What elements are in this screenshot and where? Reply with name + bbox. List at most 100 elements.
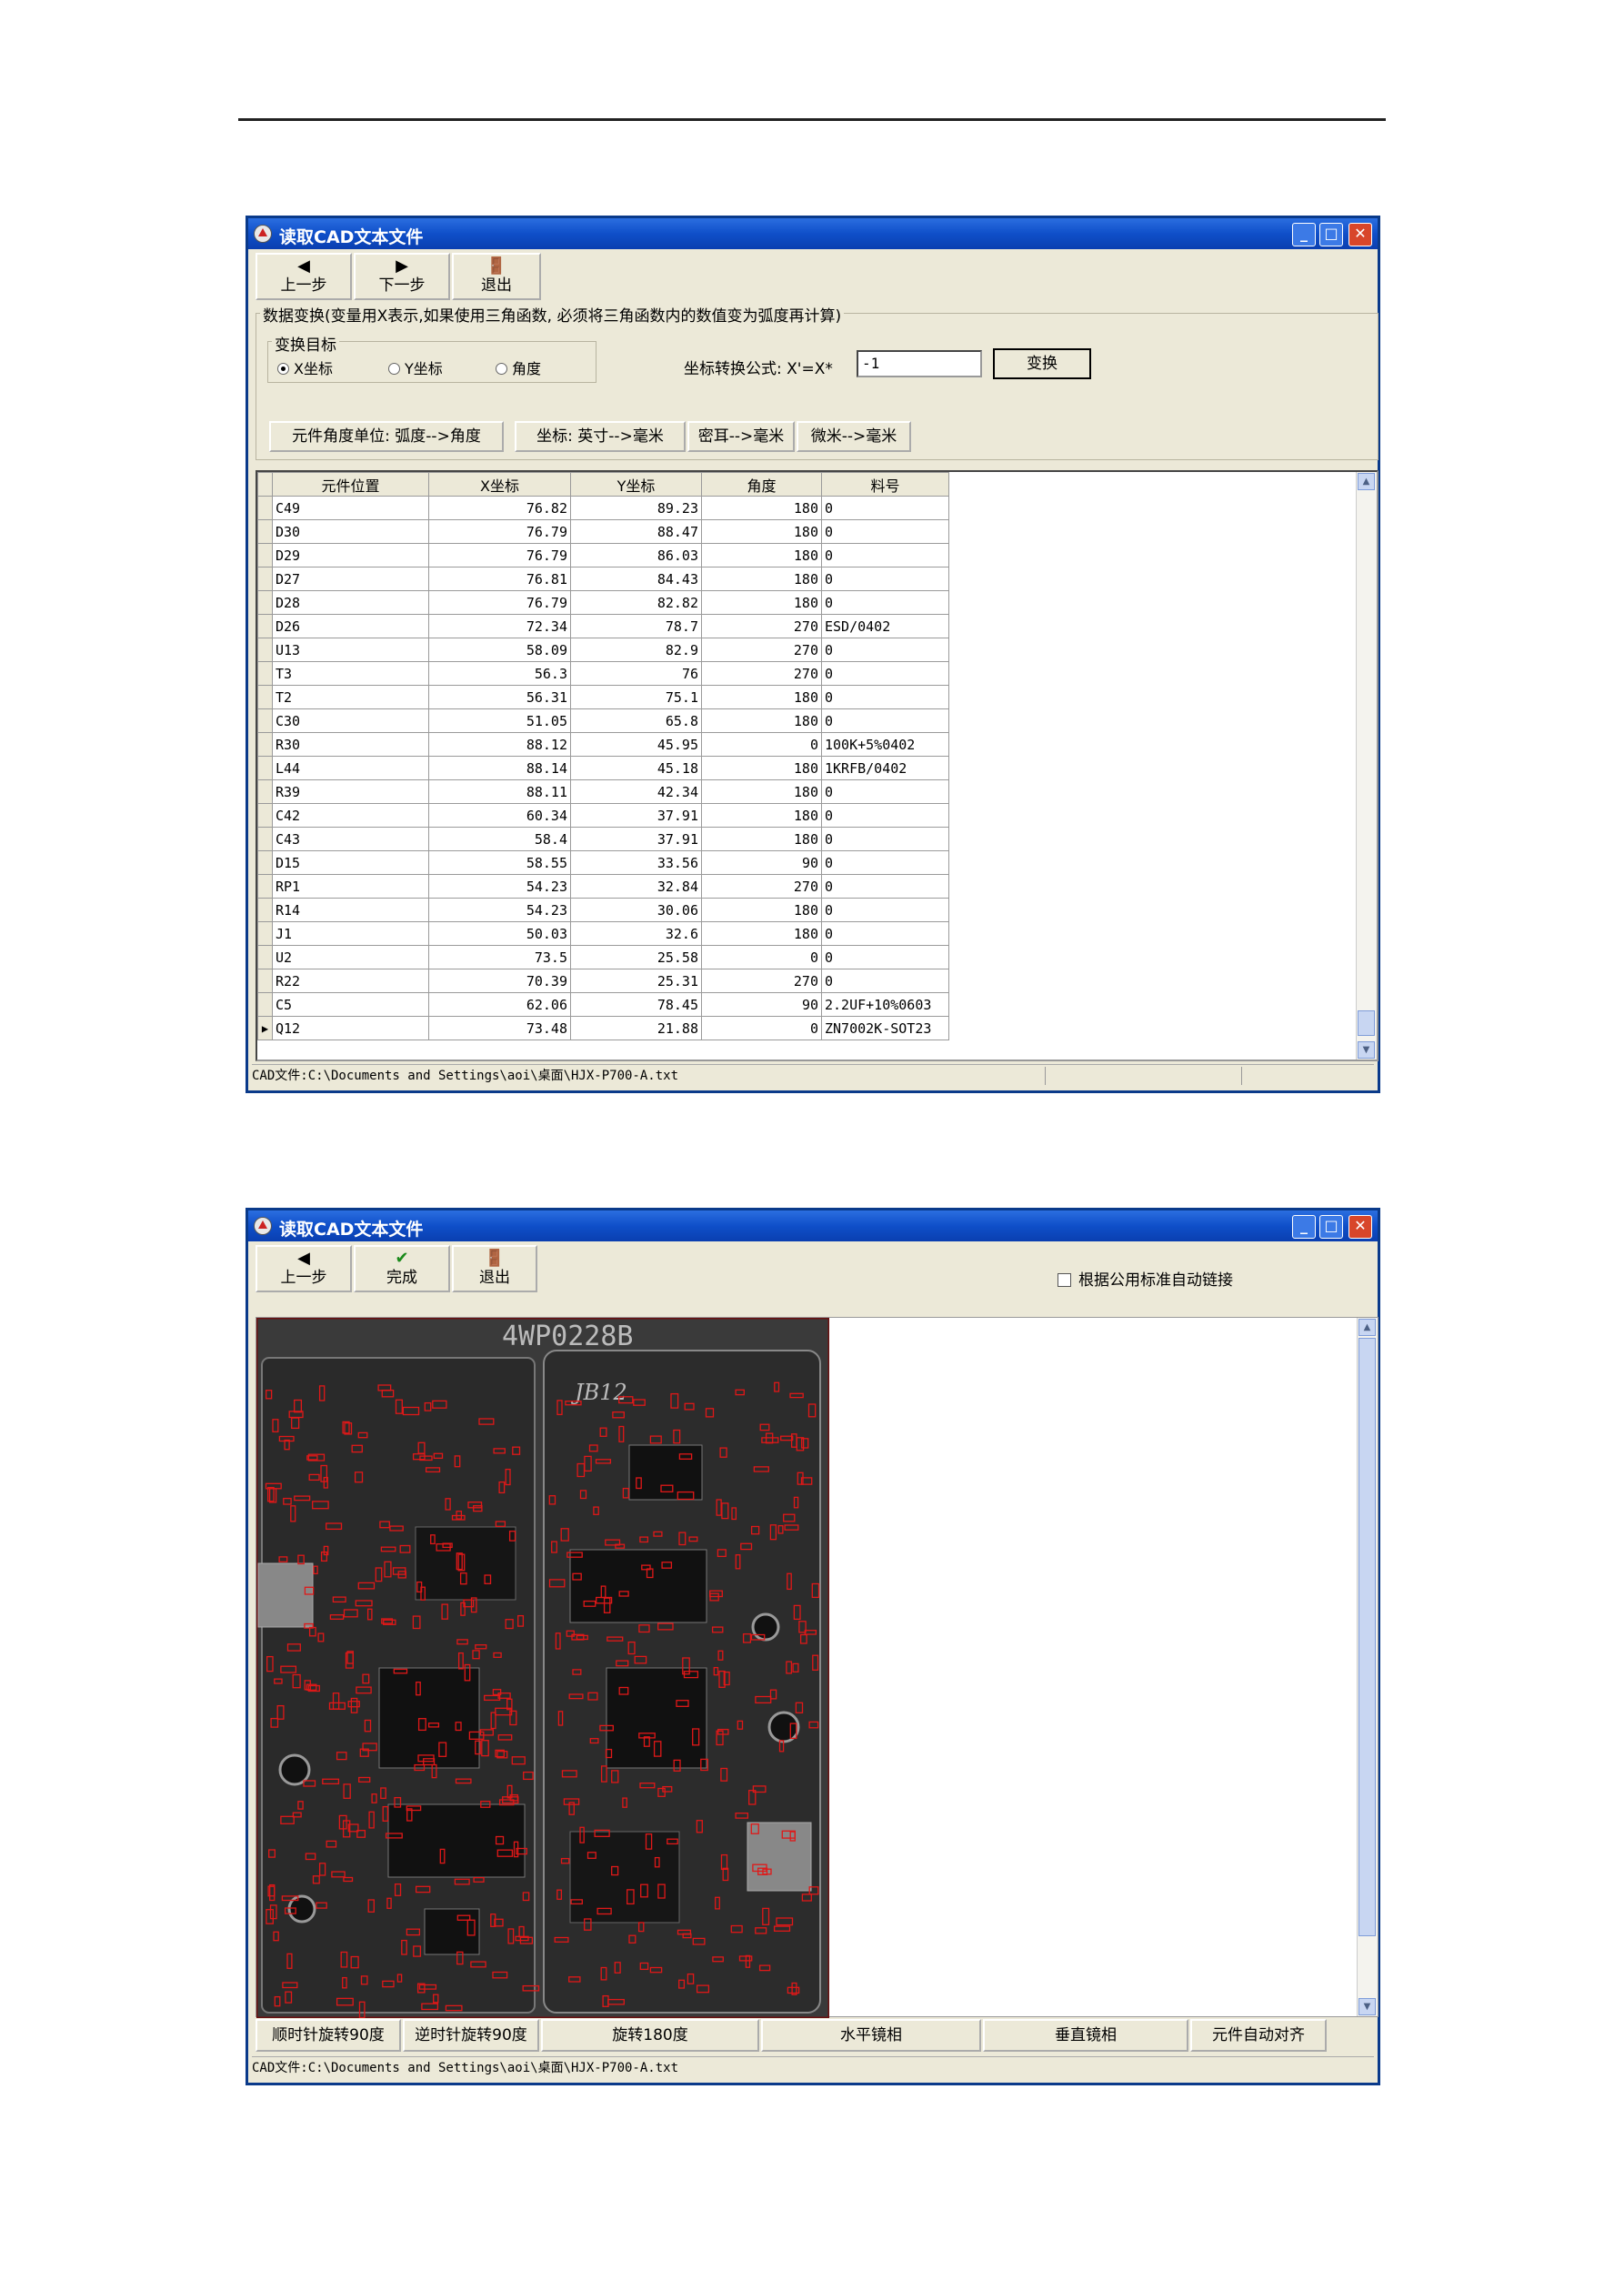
cell-angle[interactable]: 0 [701, 945, 822, 969]
cell-angle[interactable]: 180 [701, 685, 822, 709]
cell-part-number[interactable]: 0 [821, 921, 949, 946]
cell-y[interactable]: 78.45 [570, 992, 702, 1017]
row-indicator[interactable] [257, 898, 273, 922]
col-position[interactable]: 元件位置 [272, 472, 429, 497]
scroll-up-icon[interactable]: ▲ [1358, 473, 1375, 490]
cell-part-number[interactable]: 0 [821, 567, 949, 591]
cell-position[interactable]: L44 [272, 756, 429, 780]
cell-y[interactable]: 82.82 [570, 590, 702, 615]
radio-y[interactable]: Y坐标 [388, 357, 443, 378]
cell-angle[interactable]: 180 [701, 898, 822, 922]
cell-x[interactable]: 88.14 [428, 756, 571, 780]
angle-rad-to-deg-button[interactable]: 元件角度单位: 弧度-->角度 [269, 421, 504, 452]
cell-x[interactable]: 73.48 [428, 1016, 571, 1040]
mirror-vertical-button[interactable]: 垂直镜相 [983, 2019, 1188, 2052]
cell-y[interactable]: 65.8 [570, 708, 702, 733]
done-button[interactable]: ✔ 完成 [354, 1245, 450, 1292]
cell-part-number[interactable]: 0 [821, 827, 949, 851]
mirror-horizontal-button[interactable]: 水平镜相 [761, 2019, 981, 2052]
cell-y[interactable]: 32.84 [570, 874, 702, 899]
cell-x[interactable]: 76.79 [428, 519, 571, 544]
exit-button[interactable]: 🚪 退出 [452, 253, 541, 300]
cell-part-number[interactable]: ESD/0402 [821, 614, 949, 638]
scroll-down-icon[interactable]: ▼ [1358, 1998, 1376, 2015]
cell-y[interactable]: 82.9 [570, 638, 702, 662]
table-row[interactable]: J1 50.03 32.6 180 0 [257, 921, 949, 946]
cell-x[interactable]: 54.23 [428, 874, 571, 899]
prev-step-button[interactable]: ◀ 上一步 [256, 253, 352, 300]
cell-angle[interactable]: 0 [701, 1016, 822, 1040]
close-button[interactable]: ✕ [1348, 223, 1372, 246]
cell-y[interactable]: 21.88 [570, 1016, 702, 1040]
auto-link-checkbox[interactable]: 根据公用标准自动链接 [1058, 1267, 1233, 1290]
table-row[interactable]: C30 51.05 65.8 180 0 [257, 708, 949, 733]
cell-part-number[interactable]: 0 [821, 898, 949, 922]
cell-part-number[interactable]: 100K+5%0402 [821, 732, 949, 757]
row-indicator[interactable] [257, 519, 273, 544]
cell-angle[interactable]: 180 [701, 708, 822, 733]
cell-angle[interactable]: 90 [701, 850, 822, 875]
row-indicator[interactable] [257, 496, 273, 520]
cell-y[interactable]: 88.47 [570, 519, 702, 544]
cell-y[interactable]: 30.06 [570, 898, 702, 922]
col-angle[interactable]: 角度 [701, 472, 822, 497]
cell-part-number[interactable]: 0 [821, 874, 949, 899]
cell-part-number[interactable]: ZN7002K-SOT23 [821, 1016, 949, 1040]
cell-angle[interactable]: 180 [701, 496, 822, 520]
cell-angle[interactable]: 180 [701, 827, 822, 851]
row-indicator[interactable] [257, 638, 273, 662]
cell-angle[interactable]: 180 [701, 543, 822, 568]
cell-y[interactable]: 84.43 [570, 567, 702, 591]
table-row[interactable]: R30 88.12 45.95 0 100K+5%0402 [257, 732, 949, 757]
table-row[interactable]: U2 73.5 25.58 0 0 [257, 945, 949, 969]
cell-angle[interactable]: 270 [701, 614, 822, 638]
cell-angle[interactable]: 180 [701, 519, 822, 544]
table-row[interactable]: T2 56.31 75.1 180 0 [257, 685, 949, 709]
row-indicator[interactable] [257, 708, 273, 733]
cell-angle[interactable]: 180 [701, 567, 822, 591]
cell-position[interactable]: C49 [272, 496, 429, 520]
row-indicator[interactable] [257, 921, 273, 946]
table-row[interactable]: L44 88.14 45.18 180 1KRFB/0402 [257, 756, 949, 780]
cell-y[interactable]: 32.6 [570, 921, 702, 946]
auto-align-button[interactable]: 元件自动对齐 [1190, 2019, 1327, 2052]
row-indicator[interactable] [257, 779, 273, 804]
col-x[interactable]: X坐标 [428, 472, 571, 497]
cell-x[interactable]: 76.79 [428, 590, 571, 615]
cell-x[interactable]: 58.4 [428, 827, 571, 851]
cell-part-number[interactable]: 0 [821, 519, 949, 544]
cell-x[interactable]: 70.39 [428, 969, 571, 993]
maximize-button[interactable]: □ [1319, 1215, 1343, 1239]
row-indicator[interactable] [257, 992, 273, 1017]
table-row[interactable]: R22 70.39 25.31 270 0 [257, 969, 949, 993]
table-row[interactable]: D27 76.81 84.43 180 0 [257, 567, 949, 591]
cell-angle[interactable]: 270 [701, 874, 822, 899]
cell-position[interactable]: D27 [272, 567, 429, 591]
cell-part-number[interactable]: 0 [821, 969, 949, 993]
cell-part-number[interactable]: 0 [821, 590, 949, 615]
cell-part-number[interactable]: 0 [821, 779, 949, 804]
cell-part-number[interactable]: 0 [821, 945, 949, 969]
cell-position[interactable]: C42 [272, 803, 429, 828]
table-row[interactable]: D29 76.79 86.03 180 0 [257, 543, 949, 568]
minimize-button[interactable]: _ [1292, 1215, 1316, 1239]
cell-angle[interactable]: 270 [701, 638, 822, 662]
cell-x[interactable]: 58.09 [428, 638, 571, 662]
cell-position[interactable]: T2 [272, 685, 429, 709]
table-row[interactable]: U13 58.09 82.9 270 0 [257, 638, 949, 662]
cell-position[interactable]: J1 [272, 921, 429, 946]
cell-position[interactable]: D15 [272, 850, 429, 875]
table-row[interactable]: C43 58.4 37.91 180 0 [257, 827, 949, 851]
cell-x[interactable]: 51.05 [428, 708, 571, 733]
maximize-button[interactable]: □ [1319, 223, 1343, 246]
cell-position[interactable]: C43 [272, 827, 429, 851]
scroll-thumb[interactable] [1358, 1338, 1376, 1936]
cell-position[interactable]: D26 [272, 614, 429, 638]
row-indicator[interactable] [257, 945, 273, 969]
cell-x[interactable]: 56.3 [428, 661, 571, 686]
scroll-up-icon[interactable]: ▲ [1358, 1319, 1376, 1336]
cell-part-number[interactable]: 0 [821, 543, 949, 568]
cell-position[interactable]: C30 [272, 708, 429, 733]
mil-to-mm-button[interactable]: 密耳-->毫米 [687, 421, 795, 452]
cell-y[interactable]: 42.34 [570, 779, 702, 804]
